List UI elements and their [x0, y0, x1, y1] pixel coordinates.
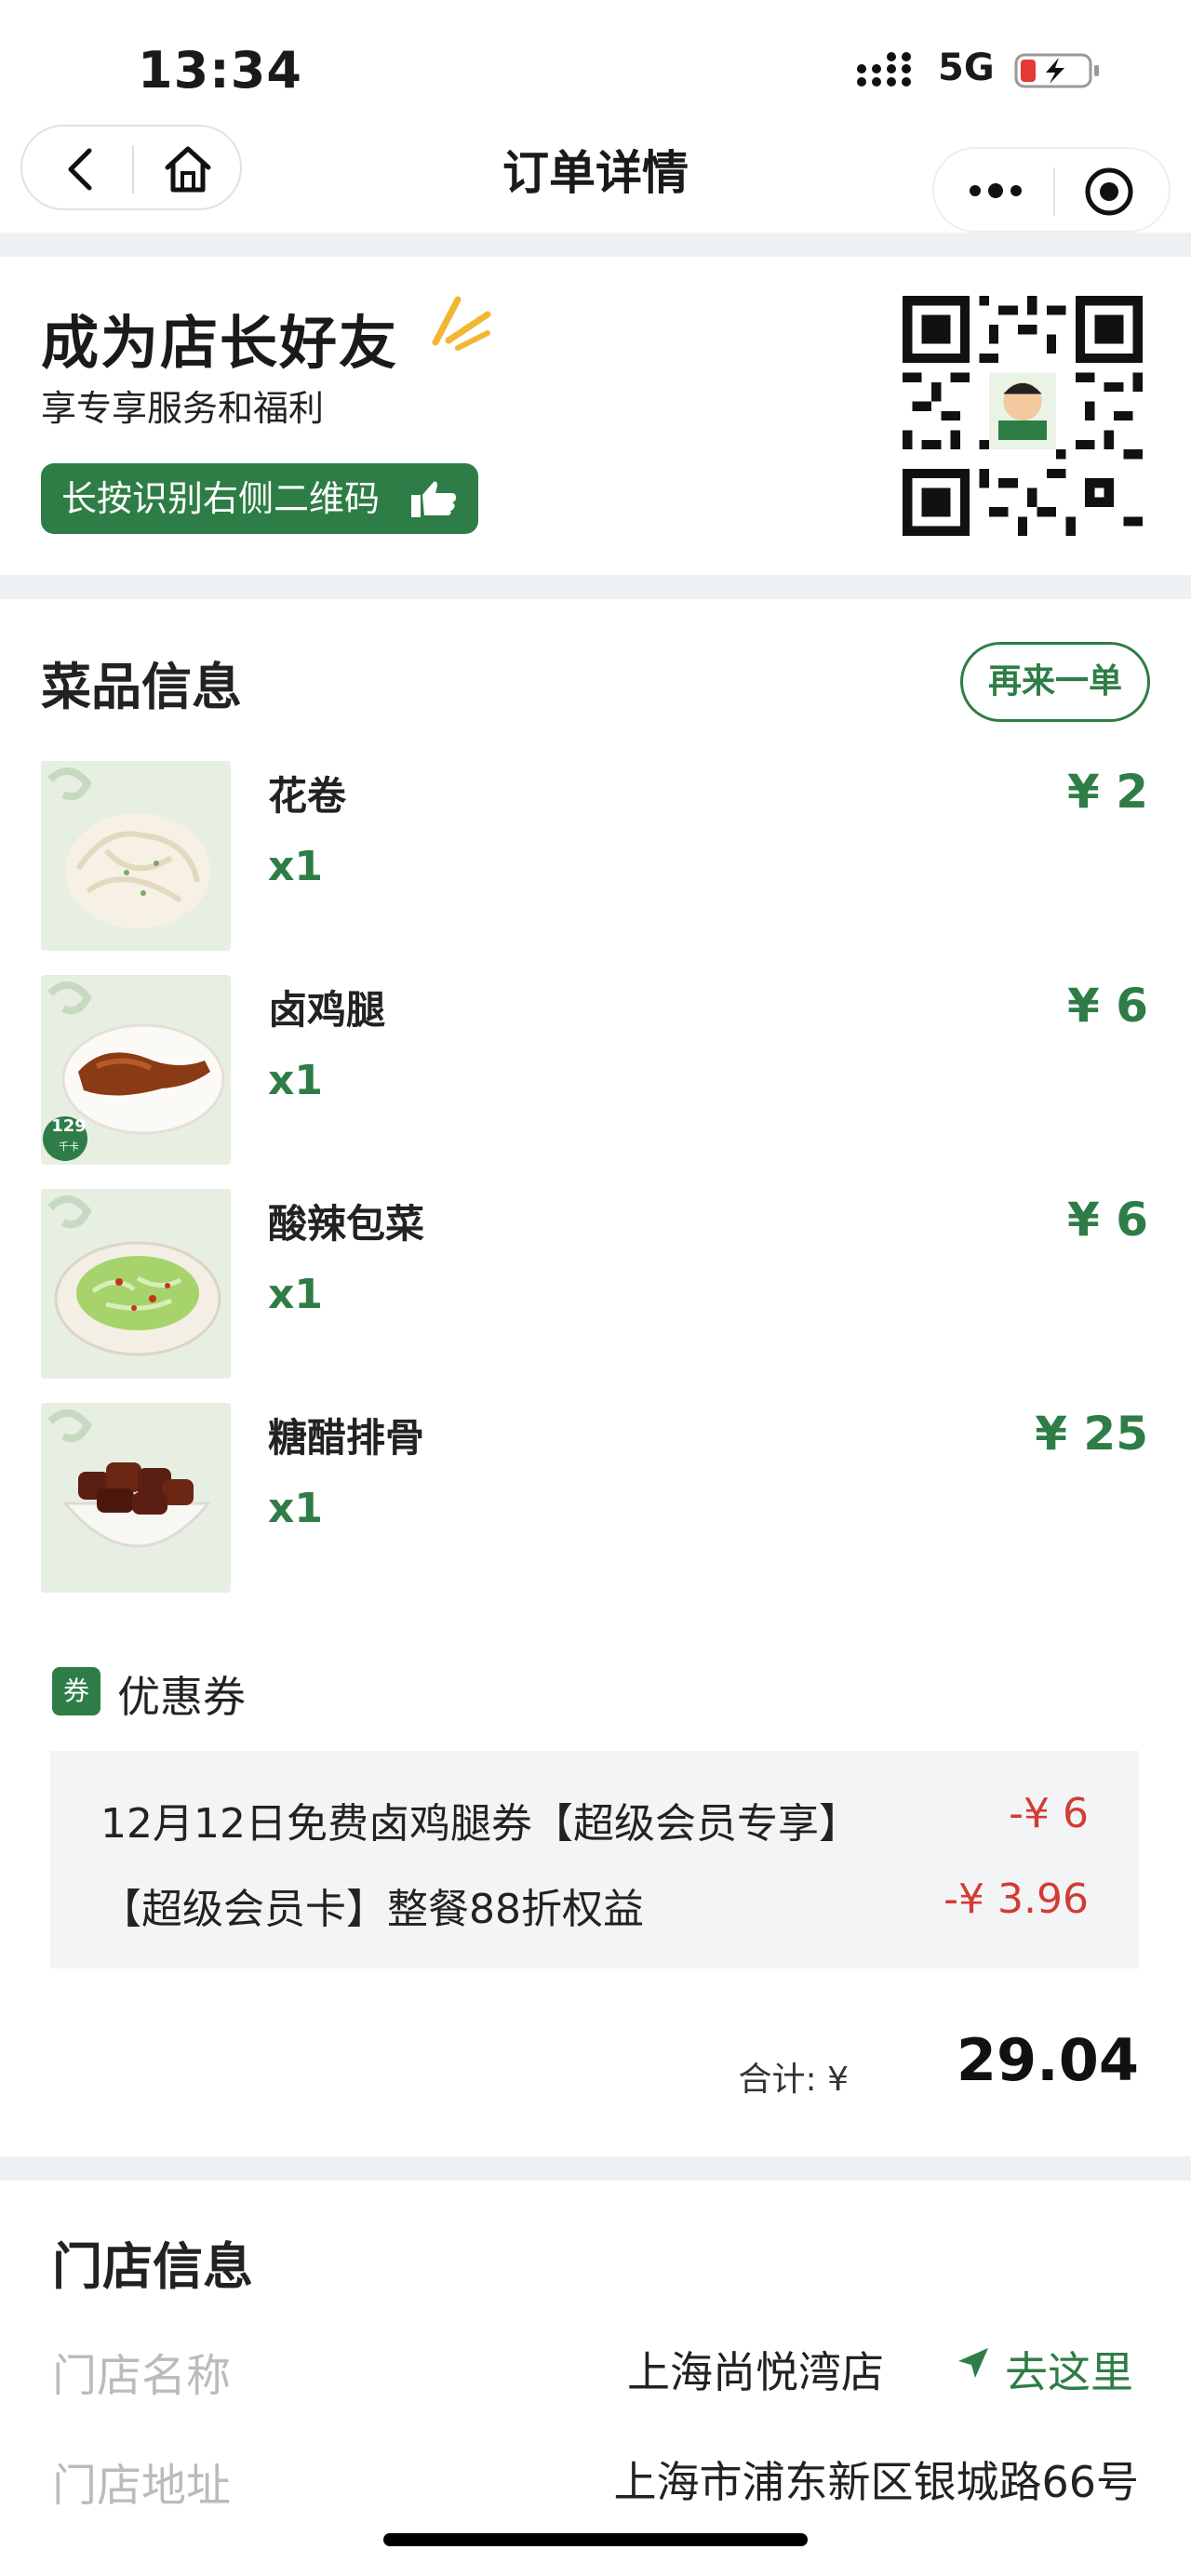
friend-banner-title: 成为店长好友 [41, 309, 399, 377]
scan-qr-label: 长按识别右侧二维码 [61, 478, 381, 519]
item-price: ¥ 6 [1067, 979, 1148, 1033]
calorie-badge-unit: 千卡 [59, 1141, 79, 1153]
coupon-line-text: 【超级会员卡】整餐88折权益 [100, 1886, 644, 1933]
item-name: 糖醋排骨 [268, 1415, 425, 1461]
item-image-huajuan[interactable] [41, 761, 231, 951]
item-name: 酸辣包菜 [268, 1201, 425, 1247]
nav-capsule-right [932, 147, 1171, 233]
coupon-title: 优惠券 [117, 1672, 246, 1722]
store-section-title: 门店信息 [52, 2237, 253, 2296]
coupon-line-text: 12月12日免费卤鸡腿券【超级会员专享】 [100, 1800, 860, 1848]
qr-code[interactable] [903, 296, 1143, 536]
goto-button[interactable] [955, 2344, 992, 2382]
thumb-icon [411, 481, 456, 517]
status-time: 13:34 [138, 41, 302, 100]
total-value: 29.04 [956, 2026, 1139, 2094]
battery-icon [1014, 53, 1099, 88]
item-price: ¥ 25 [1035, 1407, 1148, 1461]
friend-banner-subtitle: 享专享服务和福利 [41, 388, 325, 429]
more-icon[interactable] [966, 175, 1025, 207]
scan-qr-button[interactable]: 长按识别右侧二维码 [41, 463, 478, 534]
target-icon[interactable] [1083, 166, 1135, 218]
item-qty: x1 [268, 843, 323, 890]
store-name-value: 上海尚悦湾店 [627, 2347, 884, 2397]
store-address-value: 上海市浦东新区银城路66号 [613, 2457, 1139, 2507]
sparkle-icon [432, 296, 491, 351]
coupon-line-amount: -¥ 3.96 [943, 1875, 1089, 1923]
store-address-label: 门店地址 [52, 2460, 232, 2512]
item-name: 花卷 [268, 773, 347, 819]
calorie-badge: 129 [51, 1116, 87, 1136]
reorder-button[interactable]: 再来一单 [960, 642, 1150, 722]
coupon-icon: 券 [52, 1667, 100, 1715]
signal-icon [857, 52, 911, 87]
coupon-list: 12月12日免费卤鸡腿券【超级会员专享】 -¥ 6 【超级会员卡】整餐88折权益… [50, 1751, 1139, 1969]
menu-section-title: 菜品信息 [41, 658, 242, 716]
coupon-line-amount: -¥ 6 [1009, 1790, 1089, 1837]
item-price: ¥ 2 [1067, 765, 1148, 819]
item-image-suanlabaocai[interactable] [41, 1189, 231, 1379]
total-label: 合计: ¥ [738, 2061, 849, 2099]
item-price: ¥ 6 [1067, 1193, 1148, 1247]
item-qty: x1 [268, 1271, 323, 1318]
item-name: 卤鸡腿 [268, 987, 386, 1033]
item-image-tangcupaigu[interactable] [41, 1403, 231, 1593]
home-indicator [383, 2533, 808, 2546]
store-name-label: 门店名称 [52, 2350, 232, 2402]
section-divider [0, 575, 1191, 599]
goto-label[interactable]: 去这里 [1005, 2339, 1133, 2400]
capsule-divider [1053, 167, 1055, 216]
network-type: 5G [938, 47, 995, 89]
item-image-lujitui[interactable] [41, 975, 231, 1165]
item-qty: x1 [268, 1057, 323, 1104]
section-divider [0, 2156, 1191, 2181]
item-qty: x1 [268, 1485, 323, 1532]
section-divider [0, 233, 1191, 257]
location-arrow-icon [958, 2348, 988, 2378]
